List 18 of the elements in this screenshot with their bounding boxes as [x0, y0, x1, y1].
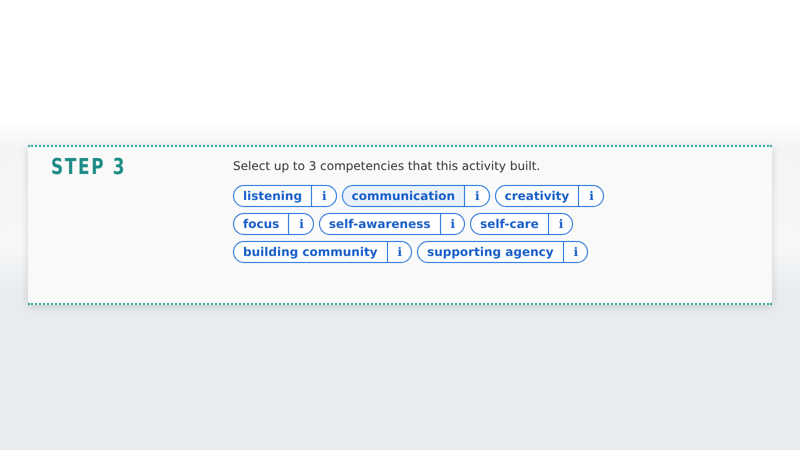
competency-button[interactable]: self-care — [471, 214, 548, 234]
info-button[interactable]: i — [386, 242, 412, 262]
info-button[interactable]: i — [311, 186, 336, 206]
step-title: STEP 3 — [51, 155, 128, 180]
info-button[interactable]: i — [578, 186, 603, 206]
step-prompt: Select up to 3 competencies that this activity built. — [233, 159, 542, 173]
info-button[interactable]: i — [288, 214, 313, 234]
competency-button[interactable]: listening — [234, 186, 312, 206]
competency-button[interactable]: focus — [234, 214, 288, 234]
competency-button[interactable]: building community — [234, 242, 386, 262]
info-button[interactable]: i — [548, 214, 572, 234]
competency-button[interactable]: creativity — [496, 186, 578, 206]
competency-button[interactable]: communication — [342, 186, 464, 206]
info-button[interactable]: i — [562, 242, 588, 262]
competency-button[interactable]: supporting agency — [418, 242, 563, 262]
info-button[interactable]: i — [464, 186, 489, 206]
info-button[interactable]: i — [440, 214, 464, 234]
competency-button[interactable]: self-awareness — [320, 214, 440, 234]
